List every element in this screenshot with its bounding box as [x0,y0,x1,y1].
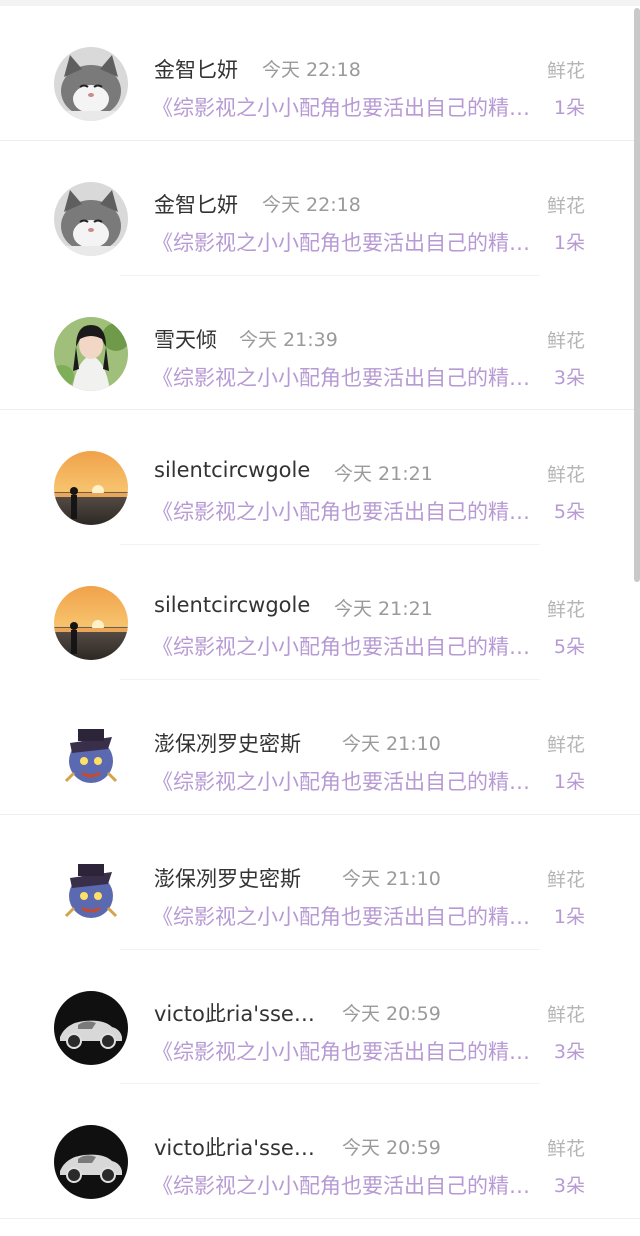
book-title-link[interactable]: 《综影视之小小配角也要活出自己的精彩》 [152,766,532,796]
avatar[interactable] [54,1125,128,1200]
gift-count: 5朵 [553,501,585,524]
avatar[interactable] [54,720,128,795]
avatar[interactable] [54,316,128,391]
gift-count: 3朵 [553,1175,585,1198]
gift-type-label: 鲜花 [546,194,585,217]
gift-message-row[interactable]: 澎保冽罗史密斯 今天 21:10 《综影视之小小配角也要活出自己的精彩》 鲜花 … [0,680,640,815]
avatar[interactable] [54,855,128,930]
avatar[interactable] [54,181,128,256]
gift-count: 1朵 [553,770,585,793]
timestamp: 今天 22:18 [262,59,361,81]
gift-type-label: 鲜花 [546,599,585,622]
timestamp: 今天 20:59 [342,1002,441,1025]
user-name[interactable]: victo此ria'ssecret [154,998,316,1028]
gift-count: 3朵 [553,1040,585,1063]
gift-type-label: 鲜花 [546,60,585,82]
timestamp: 今天 21:21 [334,598,433,621]
gift-count: 1朵 [553,97,585,119]
gift-count: 1朵 [553,231,585,254]
book-title-link[interactable]: 《综影视之小小配角也要活出自己的精彩》 [152,631,532,661]
gift-type-label: 鲜花 [546,329,585,352]
gift-message-row[interactable]: silentcircwgole 今天 21:21 《综影视之小小配角也要活出自己… [0,410,640,546]
gift-message-row[interactable]: 澎保冽罗史密斯 今天 21:10 《综影视之小小配角也要活出自己的精彩》 鲜花 … [0,815,640,950]
gift-count: 1朵 [553,905,585,928]
gift-count: 3朵 [553,366,585,389]
book-title-link[interactable]: 《综影视之小小配角也要活出自己的精彩》 [152,1036,532,1066]
gift-type-label: 鲜花 [546,733,585,756]
gift-message-row[interactable]: silentcircwgole 今天 21:21 《综影视之小小配角也要活出自己… [0,545,640,680]
user-name[interactable]: 金智匕妍 [154,189,238,219]
gift-message-row[interactable]: victo此ria'ssecret 今天 20:59 《综影视之小小配角也要活出… [0,1084,640,1220]
avatar[interactable] [54,586,128,661]
timestamp: 今天 21:39 [239,328,338,351]
timestamp: 今天 21:21 [334,463,433,486]
user-name[interactable]: 雪天倾 [154,324,217,354]
book-title-link[interactable]: 《综影视之小小配角也要活出自己的精彩》 [152,901,532,931]
user-name[interactable]: 澎保冽罗史密斯 [154,728,301,758]
timestamp: 今天 20:59 [342,1137,441,1160]
gift-message-row[interactable]: 金智匕妍 今天 22:18 《综影视之小小配角也要活出自己的精彩》 鲜花 1朵 [0,6,640,141]
gift-list[interactable]: 金智匕妍 今天 22:18 《综影视之小小配角也要活出自己的精彩》 鲜花 1朵 … [0,6,640,1220]
avatar[interactable] [54,47,128,121]
gift-count: 5朵 [553,636,585,659]
timestamp: 今天 22:18 [262,193,361,216]
book-title-link[interactable]: 《综影视之小小配角也要活出自己的精彩》 [152,1170,532,1200]
gift-type-label: 鲜花 [546,464,585,487]
book-title-link[interactable]: 《综影视之小小配角也要活出自己的精彩》 [152,362,532,392]
row-divider [0,1218,640,1220]
user-name[interactable]: 澎保冽罗史密斯 [154,863,301,893]
avatar[interactable] [54,990,128,1065]
gift-message-row[interactable]: 金智匕妍 今天 22:18 《综影视之小小配角也要活出自己的精彩》 鲜花 1朵 [0,141,640,276]
avatar[interactable] [54,451,128,526]
timestamp: 今天 21:10 [342,867,441,890]
book-title-link[interactable]: 《综影视之小小配角也要活出自己的精彩》 [152,227,532,257]
gift-message-row[interactable]: victo此ria'ssecret 今天 20:59 《综影视之小小配角也要活出… [0,950,640,1085]
gift-message-list-screen: 金智匕妍 今天 22:18 《综影视之小小配角也要活出自己的精彩》 鲜花 1朵 … [0,0,640,1236]
timestamp: 今天 21:10 [342,732,441,755]
book-title-link[interactable]: 《综影视之小小配角也要活出自己的精彩》 [152,496,532,526]
user-name[interactable]: silentcircwgole [154,593,310,617]
user-name[interactable]: silentcircwgole [154,458,310,482]
user-name[interactable]: 金智匕妍 [154,54,238,84]
gift-message-row[interactable]: 雪天倾 今天 21:39 《综影视之小小配角也要活出自己的精彩》 鲜花 3朵 [0,276,640,411]
gift-type-label: 鲜花 [546,1003,585,1026]
scrollbar[interactable] [634,8,640,582]
gift-type-label: 鲜花 [546,868,585,891]
user-name[interactable]: victo此ria'ssecret [154,1132,316,1162]
gift-type-label: 鲜花 [546,1138,585,1161]
book-title-link[interactable]: 《综影视之小小配角也要活出自己的精彩》 [152,92,532,122]
